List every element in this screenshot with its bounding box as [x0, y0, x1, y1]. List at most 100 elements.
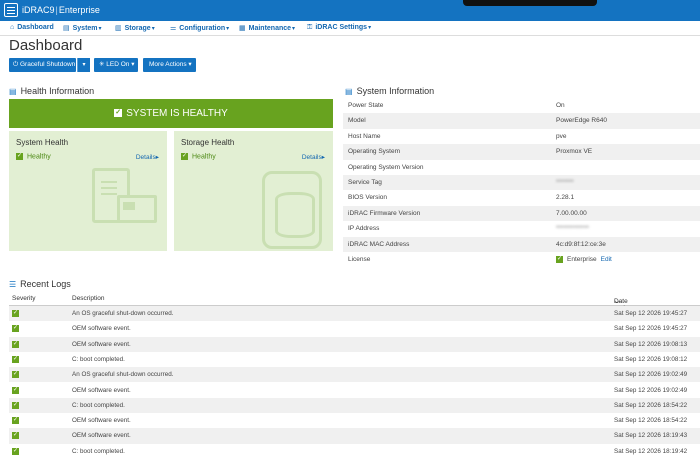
list-icon: ☰ [9, 280, 17, 289]
product-title: iDRAC9|Enterprise [22, 5, 100, 15]
chevron-down-icon: ▾ [98, 26, 102, 32]
info-label: Operating System [348, 148, 401, 156]
nav-configuration[interactable]: ⚌ Configuration▾ [170, 24, 229, 32]
info-label: Service Tag [348, 179, 382, 186]
check-icon: ✓ [16, 153, 23, 160]
more-actions-label: More Actions [149, 61, 187, 68]
log-datetime: Sat Sep 12 2026 19:02:49 [614, 386, 688, 394]
log-datetime: Sat Sep 12 2026 19:08:13 [614, 340, 688, 348]
log-description: An OS graceful shut-down occurred. [72, 371, 174, 379]
system-healthy-banner: ✓ SYSTEM IS HEALTHY [9, 99, 333, 128]
log-description: OEM software event. [72, 432, 131, 440]
caret-right-icon: ▸ [321, 154, 325, 161]
nav-label: Configuration [179, 25, 226, 32]
check-icon: ✓ [12, 340, 19, 348]
more-actions-button[interactable]: More Actions ▾ [143, 58, 196, 72]
system-health-title: System Health [16, 138, 69, 147]
caret-down-icon: ▾ [188, 61, 192, 68]
table-row: ✓ OEM software event. Sat Sep 12 2026 19:0… [9, 383, 700, 398]
info-value: On [556, 102, 565, 109]
log-description: C: boot completed. [72, 355, 125, 363]
check-icon: ✓ [12, 417, 19, 425]
check-icon: ✓ [12, 447, 19, 455]
main-nav: ⌂ Dashboard ▤ System▾ ▥ Storage▾ ⚌ Configura… [0, 21, 700, 36]
caret-down-icon: ▾ [82, 62, 86, 68]
storage-health-title: Storage Health [181, 138, 235, 147]
log-datetime: Sat Sep 12 2026 19:45:27 [614, 310, 688, 317]
power-options-dropdown[interactable]: ▾ [77, 58, 90, 72]
details-label: Details [301, 154, 322, 161]
info-value: Proxmox VE [556, 148, 593, 156]
idrac-logo-icon [4, 3, 18, 17]
disk-illustration-icon [262, 171, 322, 249]
caret-right-icon: ▸ [155, 154, 159, 161]
storage-icon: ▥ [115, 25, 122, 32]
health-section-title: ▤ Health Information [9, 86, 94, 96]
log-description: C: boot completed. [72, 401, 125, 409]
caret-down-icon: ▾ [131, 61, 135, 68]
info-value: ************* [556, 225, 589, 233]
server-card-illustration-icon [117, 195, 157, 223]
table-row: ✓ OEM software event. Sat Sep 12 2026 18:1… [9, 428, 700, 444]
nav-idrac-settings[interactable]: ⚿ iDRAC Settings▾ [307, 24, 371, 32]
check-icon: ✓ [12, 325, 19, 333]
graceful-shutdown-button[interactable]: ⏻ Graceful Shutdown [9, 58, 76, 72]
nav-label: System [72, 25, 98, 32]
log-datetime: Sat Sep 12 2026 18:54:22 [614, 401, 688, 409]
system-info-title-text: System Information [356, 86, 435, 96]
table-row: ✓ C: boot completed. Sat Sep 12 2026 18:19… [9, 444, 700, 459]
log-description: OEM software event. [72, 340, 131, 348]
check-icon: ✓ [12, 355, 19, 363]
nav-dashboard[interactable]: ⌂ Dashboard [10, 24, 54, 31]
info-label: iDRAC Firmware Version [348, 209, 421, 217]
column-severity[interactable]: Severity [12, 295, 35, 302]
info-row-license: License ✓ Enterprise Edit [343, 252, 700, 267]
nav-system[interactable]: ▤ System▾ [63, 24, 102, 32]
log-description: C: boot completed. [72, 447, 125, 455]
info-row-power-state: Power State On [343, 98, 700, 113]
info-row-idrac-firmware: iDRAC Firmware Version 7.00.00.00 [343, 205, 700, 222]
server-icon: ▤ [63, 25, 70, 32]
log-description: OEM software event. [72, 417, 131, 425]
check-icon: ✓ [181, 153, 188, 160]
health-title-text: Health Information [20, 86, 95, 96]
info-value: 2.28.1 [556, 194, 575, 202]
info-row-host-name: Host Name pve [343, 129, 700, 144]
check-icon: ✓ [12, 371, 19, 379]
log-description: OEM software event. [72, 325, 131, 333]
home-icon: ⌂ [10, 24, 15, 31]
log-datetime: Sat Sep 12 2026 18:19:43 [614, 432, 688, 440]
key-icon: ⚿ [307, 24, 313, 31]
storage-health-details-link[interactable]: Details▸ [302, 153, 325, 161]
status-text: Healthy [27, 153, 51, 161]
recent-logs-title-text: Recent Logs [20, 279, 71, 289]
license-value: ✓ Enterprise Edit [556, 252, 612, 267]
info-label: Model [348, 117, 366, 125]
storage-health-card: Storage Health ✓ Healthy Details▸ [174, 131, 333, 251]
info-row-model: Model PowerEdge R640 [343, 113, 700, 129]
table-row: ✓ OEM software event. Sat Sep 12 2026 18:5… [9, 413, 700, 428]
nav-label: Storage [124, 25, 151, 32]
banner-text: SYSTEM IS HEALTHY [126, 108, 228, 119]
graceful-shutdown-label: Graceful Shutdown [19, 61, 76, 68]
nav-maintenance[interactable]: ▦ Maintenance▾ [239, 24, 295, 32]
wrench-icon: ▦ [239, 25, 246, 32]
info-row-operating-system: Operating System Proxmox VE [343, 144, 700, 160]
system-health-card: System Health ✓ Healthy Details▸ [9, 131, 167, 251]
check-icon: ✓ [12, 401, 19, 409]
info-value: pve [556, 132, 567, 140]
table-row: ✓ C: boot completed. Sat Sep 12 2026 19:08… [9, 352, 700, 367]
column-description[interactable]: Description [72, 295, 105, 302]
info-label: Power State [348, 102, 384, 109]
nav-storage[interactable]: ▥ Storage▾ [115, 24, 155, 32]
info-value: ******* [556, 179, 574, 186]
license-edit-link[interactable]: Edit [601, 256, 612, 263]
info-label: Operating System Version [348, 163, 424, 171]
info-row-idrac-mac: iDRAC MAC Address 4c:d9:8f:12:ce:3e [343, 236, 700, 252]
system-health-details-link[interactable]: Details▸ [136, 153, 159, 161]
document-icon: ▤ [345, 87, 353, 96]
top-bar: iDRAC9|Enterprise [0, 0, 700, 21]
info-value: 4c:d9:8f:12:ce:3e [556, 240, 606, 248]
power-icon: ⏻ [13, 61, 19, 68]
led-button[interactable]: ✳ LED On ▾ [94, 58, 138, 72]
